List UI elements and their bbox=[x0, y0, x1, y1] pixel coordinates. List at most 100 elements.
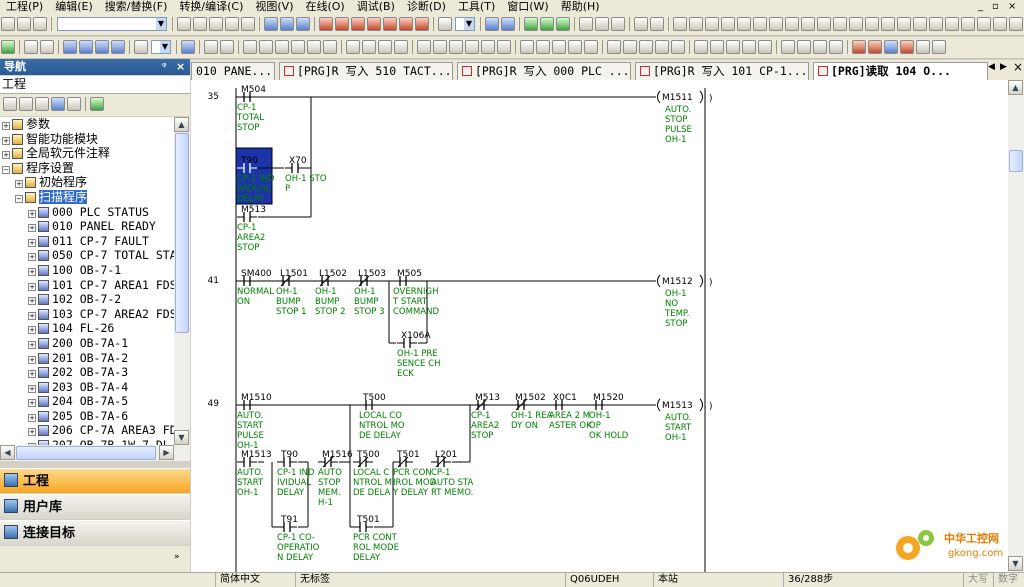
main-tool-icon-37[interactable] bbox=[801, 17, 815, 31]
ladder-tool-icon-1[interactable] bbox=[24, 40, 38, 54]
expand-icon[interactable]: + bbox=[15, 180, 23, 189]
ladder-tool-icon-6[interactable] bbox=[111, 40, 125, 54]
ladder-tool-icon-11[interactable] bbox=[243, 40, 257, 54]
main-tool-icon-41[interactable] bbox=[865, 17, 879, 31]
main-tool-icon-14[interactable] bbox=[367, 17, 381, 31]
main-tool-icon-18[interactable] bbox=[438, 17, 452, 31]
expand-icon[interactable]: + bbox=[28, 326, 36, 335]
main-tool-icon-0[interactable] bbox=[1, 17, 15, 31]
tree-item[interactable]: +100 OB-7-1 bbox=[0, 263, 174, 278]
ladder-tool-icon-41[interactable] bbox=[758, 40, 772, 54]
main-tool-icon-20[interactable] bbox=[501, 17, 515, 31]
tab-program-0[interactable]: 010 PANE... bbox=[191, 62, 275, 80]
main-tool-icon-35[interactable] bbox=[769, 17, 783, 31]
menu-item-3[interactable]: 转换/编译(C) bbox=[173, 0, 249, 14]
main-tool-icon-38[interactable] bbox=[817, 17, 831, 31]
ladder-tool-icon-16[interactable] bbox=[323, 40, 337, 54]
expand-icon[interactable]: + bbox=[28, 224, 36, 233]
window-restore-icon[interactable]: ▫ bbox=[992, 0, 999, 14]
ladder-tool-icon-46[interactable] bbox=[852, 40, 866, 54]
tree-item[interactable]: + 智能功能模块 bbox=[0, 132, 174, 147]
ladder-tool-icon-45[interactable] bbox=[829, 40, 843, 54]
tree-item[interactable]: + 参数 bbox=[0, 117, 174, 132]
dropdown-arrow-icon[interactable]: ▼ bbox=[160, 41, 170, 53]
ladder-tool-icon-47[interactable] bbox=[868, 40, 882, 54]
tab-program-2[interactable]: [PRG]R 写入 000 PLC ... bbox=[457, 62, 631, 80]
expand-icon[interactable]: + bbox=[28, 370, 36, 379]
window-minimize-icon[interactable]: _ bbox=[978, 0, 983, 14]
ladder-tool-icon-50[interactable] bbox=[916, 40, 930, 54]
main-tool-icon-6[interactable] bbox=[225, 17, 239, 31]
main-tool-icon-45[interactable] bbox=[929, 17, 943, 31]
ladder-combo[interactable]: ▼ bbox=[151, 40, 171, 54]
tree-hscroll-thumb[interactable] bbox=[16, 446, 156, 460]
expand-icon[interactable]: + bbox=[28, 267, 36, 276]
tab-close-icon[interactable]: × bbox=[1013, 60, 1023, 74]
scroll-left-icon[interactable]: ◀ bbox=[0, 445, 15, 460]
ladder-tool-icon-25[interactable] bbox=[481, 40, 495, 54]
ladder-tool-icon-22[interactable] bbox=[433, 40, 447, 54]
ladder-tool-icon-39[interactable] bbox=[726, 40, 740, 54]
main-combo[interactable]: ▼ bbox=[57, 17, 167, 31]
ladder-tool-icon-33[interactable] bbox=[623, 40, 637, 54]
expand-icon[interactable]: + bbox=[28, 355, 36, 364]
main-tool-icon-46[interactable] bbox=[945, 17, 959, 31]
expand-icon[interactable]: + bbox=[28, 399, 36, 408]
expand-icon[interactable]: + bbox=[28, 311, 36, 320]
ladder-tool-icon-36[interactable] bbox=[671, 40, 685, 54]
expand-icon[interactable]: + bbox=[28, 384, 36, 393]
main-tool-icon-26[interactable] bbox=[611, 17, 625, 31]
main-tool-icon-2[interactable] bbox=[33, 17, 47, 31]
tree-item[interactable]: +011 CP-7 FAULT bbox=[0, 234, 174, 249]
main-tool-icon-21[interactable] bbox=[524, 17, 538, 31]
main-tool-icon-13[interactable] bbox=[351, 17, 365, 31]
ladder-tool-icon-35[interactable] bbox=[655, 40, 669, 54]
ladder-tool-icon-5[interactable] bbox=[95, 40, 109, 54]
expand-icon[interactable]: + bbox=[28, 428, 36, 437]
main-tool-icon-11[interactable] bbox=[319, 17, 333, 31]
tree-item[interactable]: +202 OB-7A-3 bbox=[0, 365, 174, 380]
menu-item-1[interactable]: 编辑(E) bbox=[49, 0, 99, 14]
main-tool-icon-32[interactable] bbox=[721, 17, 735, 31]
main-tool-icon-22[interactable] bbox=[540, 17, 554, 31]
scroll-right-icon[interactable]: ▶ bbox=[159, 445, 174, 460]
ladder-tool-icon-48[interactable] bbox=[884, 40, 898, 54]
ladder-tool-icon-40[interactable] bbox=[742, 40, 756, 54]
tree-item[interactable]: +203 OB-7A-4 bbox=[0, 380, 174, 395]
copy-data-icon[interactable] bbox=[35, 97, 49, 111]
expand-icon[interactable]: + bbox=[28, 340, 36, 349]
main-tool-icon-43[interactable] bbox=[897, 17, 911, 31]
tree-item[interactable]: +200 OB-7A-1 bbox=[0, 336, 174, 351]
ladder-tool-icon-19[interactable] bbox=[378, 40, 392, 54]
ladder-tool-icon-31[interactable] bbox=[584, 40, 598, 54]
ladder-tool-icon-28[interactable] bbox=[536, 40, 550, 54]
main-tool-icon-47[interactable] bbox=[961, 17, 975, 31]
ladder-tool-icon-32[interactable] bbox=[607, 40, 621, 54]
main-tool-icon-33[interactable] bbox=[737, 17, 751, 31]
ladder-tool-icon-20[interactable] bbox=[394, 40, 408, 54]
menu-item-0[interactable]: 工程(P) bbox=[0, 0, 49, 14]
editor-scroll-thumb[interactable] bbox=[1009, 150, 1023, 172]
menu-item-9[interactable]: 窗口(W) bbox=[501, 0, 554, 14]
tree-item[interactable]: +204 OB-7A-5 bbox=[0, 394, 174, 409]
ladder-tool-icon-38[interactable] bbox=[710, 40, 724, 54]
ladder-tool-icon-13[interactable] bbox=[275, 40, 289, 54]
expand-icon[interactable]: + bbox=[2, 151, 10, 160]
ladder-tool-icon-43[interactable] bbox=[797, 40, 811, 54]
main-tool-icon-42[interactable] bbox=[881, 17, 895, 31]
main-tool-icon-15[interactable] bbox=[383, 17, 397, 31]
close-icon[interactable]: × bbox=[176, 59, 185, 75]
tree-options-icon[interactable] bbox=[90, 97, 104, 111]
main-tool-icon-24[interactable] bbox=[579, 17, 593, 31]
new-data-icon[interactable] bbox=[3, 97, 17, 111]
ladder-tool-icon-15[interactable] bbox=[307, 40, 321, 54]
main-tool-icon-9[interactable] bbox=[280, 17, 294, 31]
window-close-icon[interactable]: × bbox=[1008, 0, 1016, 14]
ladder-tool-icon-30[interactable] bbox=[568, 40, 582, 54]
delete-data-icon[interactable] bbox=[19, 97, 33, 111]
ladder-tool-icon-26[interactable] bbox=[497, 40, 511, 54]
ladder-tool-icon-10[interactable] bbox=[220, 40, 234, 54]
main-combo[interactable]: ▼ bbox=[455, 17, 475, 31]
property-icon[interactable] bbox=[51, 97, 65, 111]
editor-scroll-up-icon[interactable]: ▲ bbox=[1008, 80, 1023, 95]
